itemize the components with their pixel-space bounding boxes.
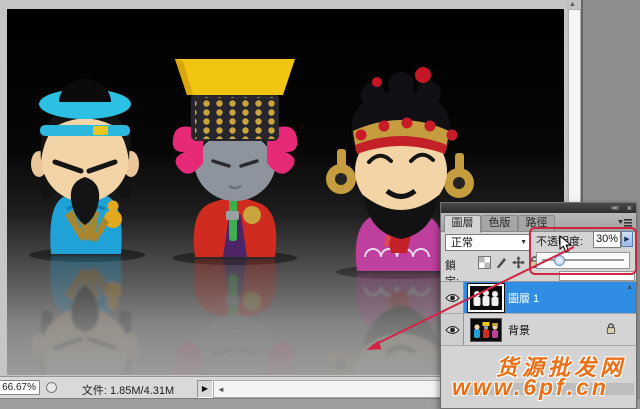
background-lock-icon bbox=[606, 323, 616, 335]
opacity-value-field[interactable]: 30% bbox=[593, 231, 621, 248]
scroll-up-icon[interactable]: ▲ bbox=[569, 0, 576, 9]
panel-menu-icon[interactable] bbox=[618, 218, 632, 227]
eye-icon bbox=[445, 293, 460, 303]
panel-collapse-icon[interactable]: «« bbox=[611, 203, 618, 213]
panel-title-bar[interactable]: «« × bbox=[441, 203, 636, 213]
blend-mode-select[interactable]: 正常 ▼ bbox=[445, 234, 531, 251]
layer-thumbnail[interactable] bbox=[468, 284, 504, 312]
eye-icon bbox=[445, 325, 460, 335]
visibility-toggle[interactable] bbox=[441, 314, 464, 345]
layer-list: 圖層 1 背景 bbox=[441, 281, 636, 346]
layer-name[interactable]: 圖層 1 bbox=[508, 290, 539, 306]
lock-position-icon[interactable] bbox=[512, 256, 525, 269]
layer-thumbnail[interactable] bbox=[470, 318, 502, 342]
opacity-popup-button[interactable]: ▶ bbox=[621, 231, 633, 247]
tab-layers[interactable]: 圖層 bbox=[444, 215, 481, 233]
status-menu-button[interactable]: ▶ bbox=[197, 380, 213, 398]
tab-channels[interactable]: 色版 bbox=[481, 215, 518, 232]
lock-pixels-icon[interactable] bbox=[495, 256, 508, 269]
file-size-info: 文件: 1.85M/4.31M bbox=[60, 382, 196, 398]
slider-knob[interactable] bbox=[554, 255, 565, 266]
status-circle-icon bbox=[46, 382, 57, 393]
layer-row-background[interactable]: 背景 bbox=[441, 314, 636, 346]
panel-close-icon[interactable]: × bbox=[627, 203, 632, 213]
scroll-left-icon[interactable]: ◄ bbox=[217, 385, 225, 394]
opacity-slider-popup[interactable] bbox=[536, 252, 630, 269]
chevron-down-icon: ▼ bbox=[520, 239, 527, 247]
layer-row-layer1[interactable]: 圖層 1 bbox=[441, 282, 636, 314]
watermark-line2: www.6pf.cn bbox=[452, 374, 609, 401]
opacity-highlight-annotation: 不透明度: 30% ▶ bbox=[529, 227, 637, 275]
visibility-toggle[interactable] bbox=[441, 282, 464, 313]
blend-mode-value: 正常 bbox=[451, 237, 473, 249]
layer-name[interactable]: 背景 bbox=[508, 322, 530, 338]
photoshop-workspace: ▲ 66.67% 文件: 1.85M/4.31M ▶ ◄ «« × 圖層 色版 … bbox=[0, 0, 640, 409]
zoom-level-field[interactable]: 66.67% bbox=[0, 380, 40, 395]
mouse-cursor-icon bbox=[559, 235, 572, 253]
layer-list-scroll-up-icon[interactable]: ▲ bbox=[626, 284, 633, 291]
lock-transparency-icon[interactable] bbox=[478, 256, 491, 269]
